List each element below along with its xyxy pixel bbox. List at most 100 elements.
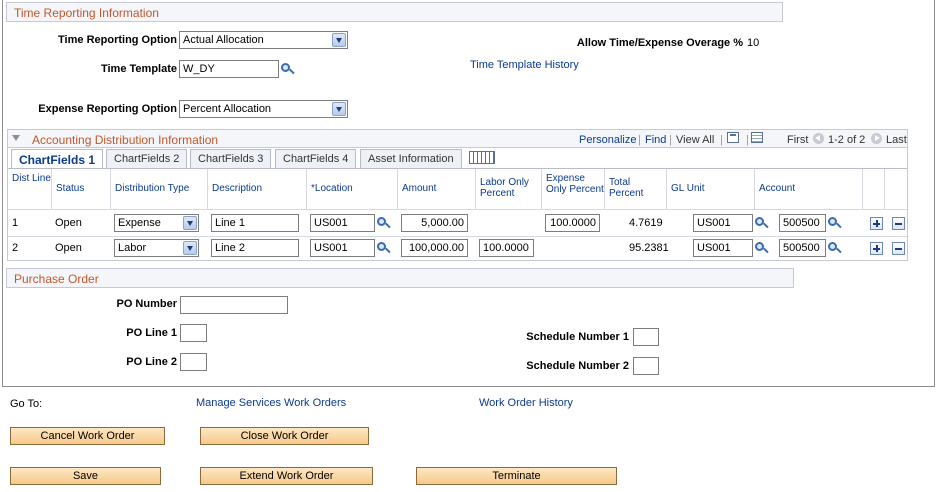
col-location: *Location [307,169,398,210]
time-reporting-option-label: Time Reporting Option [58,34,177,46]
distribution-type-select[interactable]: Labor [114,239,199,257]
overage-label: Allow Time/Expense Overage % [576,37,743,49]
po-line1-label: PO Line 1 [126,327,177,339]
col-delete [885,169,907,210]
tab-chartfields-1[interactable]: ChartFields 1 [11,149,104,169]
chevron-down-icon [183,216,197,230]
purchase-order-header: Purchase Order [6,268,794,288]
personalize-link[interactable]: Personalize [579,134,636,146]
total-percent-cell: 95.2381 [629,242,669,254]
col-distribution-type: Distribution Type [111,169,208,210]
time-reporting-option-value: Actual Allocation [183,34,264,46]
col-labor-only-percent: Labor Only Percent [476,169,542,210]
search-icon[interactable] [377,242,391,255]
previous-icon[interactable] [813,133,824,144]
col-description: Description [208,169,307,210]
row-range: 1-2 of 2 [828,134,866,146]
close-work-order-button[interactable]: Close Work Order [200,427,369,445]
new-window-icon[interactable] [727,132,739,143]
col-amount: Amount [398,169,476,210]
col-status: Status [52,169,111,210]
delete-row-button[interactable] [892,242,905,255]
amount-input[interactable]: 5,000.00 [401,214,468,232]
description-input[interactable]: Line 1 [211,214,299,232]
grid-header-bar: Accounting Distribution Information Pers… [8,130,907,148]
labor-only-percent-input[interactable]: 100.0000 [479,239,534,257]
search-icon[interactable] [828,217,842,230]
time-reporting-header: Time Reporting Information [6,2,783,22]
search-icon[interactable] [755,217,769,230]
amount-input[interactable]: 100,000.00 [401,239,468,257]
save-button[interactable]: Save [10,467,161,485]
go-to-label: Go To: [10,398,43,410]
time-template-label: Time Template [100,63,177,75]
add-row-button[interactable] [870,217,883,230]
expense-only-percent-input[interactable]: 100.0000 [545,214,600,232]
download-grid-icon[interactable] [751,132,763,143]
distribution-type-value: Labor [118,242,147,254]
po-number-input[interactable] [180,296,288,314]
tab-chartfields-4[interactable]: ChartFields 4 [275,149,357,168]
row-divider [8,236,907,237]
po-line2-label: PO Line 2 [126,356,177,368]
delete-row-button[interactable] [892,217,905,230]
search-icon[interactable] [377,217,391,230]
total-percent-cell: 4.7619 [629,217,663,229]
expense-reporting-option-label: Expense Reporting Option [38,103,177,115]
add-row-button[interactable] [870,242,883,255]
next-icon[interactable] [871,133,882,144]
status-cell: Open [55,242,82,254]
po-line2-input[interactable] [180,353,207,371]
separator: | [638,134,641,146]
time-template-input[interactable]: W_DY [179,60,279,78]
expense-reporting-option-select[interactable]: Percent Allocation [179,100,348,118]
dist-line-cell: 2 [12,242,19,254]
time-reporting-option-select[interactable]: Actual Allocation [179,31,348,49]
gl-unit-input[interactable]: US001 [693,214,753,232]
extend-work-order-button[interactable]: Extend Work Order [200,467,373,485]
collapse-triangle-icon[interactable] [12,135,20,141]
status-cell: Open [55,217,82,229]
chevron-down-icon [332,102,346,116]
col-gl-unit: GL Unit [667,169,755,210]
chevron-down-icon [183,241,197,255]
view-all-link[interactable]: View All [676,134,714,146]
cancel-work-order-button[interactable]: Cancel Work Order [10,427,165,445]
col-expense-only-percent: Expense Only Percent [542,169,605,210]
accounting-distribution-grid: Accounting Distribution Information Pers… [7,129,908,261]
schedule-number2-input[interactable] [633,357,659,375]
separator: | [720,134,723,146]
distribution-type-value: Expense [118,217,161,229]
col-dist-line: Dist Line [8,169,52,210]
last-label: Last [886,134,907,146]
description-input[interactable]: Line 2 [211,239,299,257]
col-account: Account [755,169,863,210]
terminate-button[interactable]: Terminate [416,467,617,485]
time-template-history-link[interactable]: Time Template History [470,59,579,71]
location-input[interactable]: US001 [310,214,375,232]
po-line1-input[interactable] [180,324,207,342]
manage-services-work-orders-link[interactable]: Manage Services Work Orders [196,397,346,409]
first-label: First [787,134,809,146]
search-icon[interactable] [755,242,769,255]
schedule-number1-input[interactable] [633,328,659,346]
location-input[interactable]: US001 [310,239,375,257]
distribution-type-select[interactable]: Expense [114,214,199,232]
find-link[interactable]: Find [645,134,666,146]
search-icon[interactable] [828,242,842,255]
tab-asset-information[interactable]: Asset Information [360,149,462,168]
work-order-history-link[interactable]: Work Order History [479,397,573,409]
tab-chartfields-3[interactable]: ChartFields 3 [190,149,272,168]
tab-chartfields-2[interactable]: ChartFields 2 [106,149,188,168]
search-icon[interactable] [281,63,295,76]
overage-value: 10 [747,37,760,49]
chevron-down-icon [332,33,346,47]
col-total-percent: Total Percent [605,169,667,210]
account-input[interactable]: 500500 [779,214,826,232]
gl-unit-input[interactable]: US001 [693,239,753,257]
show-all-columns-icon[interactable] [469,151,495,164]
separator: | [669,134,672,146]
schedule-number2-label: Schedule Number 2 [526,360,629,372]
account-input[interactable]: 500500 [779,239,826,257]
dist-line-cell: 1 [12,217,19,229]
